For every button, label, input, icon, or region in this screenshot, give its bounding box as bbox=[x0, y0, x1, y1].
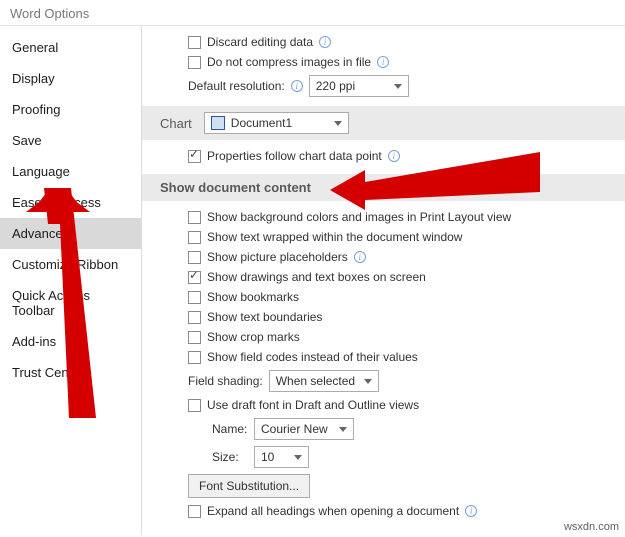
show-field-codes-checkbox[interactable] bbox=[188, 351, 201, 364]
show-text-wrapped-label: Show text wrapped within the document wi… bbox=[207, 230, 462, 244]
field-shading-label: Field shading: bbox=[188, 374, 263, 388]
chevron-down-icon bbox=[364, 379, 372, 384]
document-icon bbox=[211, 116, 225, 130]
sidebar-item-ease-of-access[interactable]: Ease of Access bbox=[0, 187, 141, 218]
font-name-label: Name: bbox=[212, 422, 248, 436]
show-document-content-heading: Show document content bbox=[160, 180, 311, 195]
sidebar-item-save[interactable]: Save bbox=[0, 125, 141, 156]
font-name-value: Courier New bbox=[261, 422, 328, 436]
expand-all-headings-label: Expand all headings when opening a docum… bbox=[207, 504, 459, 518]
info-icon[interactable]: i bbox=[291, 80, 303, 92]
show-crop-marks-checkbox[interactable] bbox=[188, 331, 201, 344]
chart-heading: Chart bbox=[160, 116, 192, 131]
default-resolution-label: Default resolution: bbox=[188, 79, 285, 93]
chevron-down-icon bbox=[334, 121, 342, 126]
chevron-down-icon bbox=[339, 427, 347, 432]
show-drawings-checkbox[interactable] bbox=[188, 271, 201, 284]
show-bookmarks-checkbox[interactable] bbox=[188, 291, 201, 304]
show-picture-placeholders-label: Show picture placeholders bbox=[207, 250, 348, 264]
show-document-content-header: Show document content bbox=[142, 174, 625, 201]
chevron-down-icon bbox=[394, 84, 402, 89]
discard-editing-data-checkbox[interactable] bbox=[188, 36, 201, 49]
show-bookmarks-label: Show bookmarks bbox=[207, 290, 299, 304]
chart-document-select[interactable]: Document1 bbox=[204, 112, 349, 134]
show-drawings-label: Show drawings and text boxes on screen bbox=[207, 270, 426, 284]
properties-follow-checkbox[interactable] bbox=[188, 150, 201, 163]
field-shading-value: When selected bbox=[276, 374, 355, 388]
sidebar: General Display Proofing Save Language E… bbox=[0, 26, 142, 535]
info-icon[interactable]: i bbox=[319, 36, 331, 48]
show-background-label: Show background colors and images in Pri… bbox=[207, 210, 511, 224]
do-not-compress-label: Do not compress images in file bbox=[207, 55, 371, 69]
sidebar-item-language[interactable]: Language bbox=[0, 156, 141, 187]
sidebar-item-add-ins[interactable]: Add-ins bbox=[0, 326, 141, 357]
show-text-wrapped-checkbox[interactable] bbox=[188, 231, 201, 244]
options-panel: Discard editing data i Do not compress i… bbox=[142, 26, 625, 535]
chart-section-header: Chart Document1 bbox=[142, 106, 625, 140]
use-draft-font-checkbox[interactable] bbox=[188, 399, 201, 412]
window-title: Word Options bbox=[0, 0, 625, 26]
show-picture-placeholders-checkbox[interactable] bbox=[188, 251, 201, 264]
show-crop-marks-label: Show crop marks bbox=[207, 330, 300, 344]
use-draft-font-label: Use draft font in Draft and Outline view… bbox=[207, 398, 419, 412]
font-size-select[interactable]: 10 bbox=[254, 446, 309, 468]
show-field-codes-label: Show field codes instead of their values bbox=[207, 350, 418, 364]
discard-editing-data-label: Discard editing data bbox=[207, 35, 313, 49]
font-size-value: 10 bbox=[261, 450, 274, 464]
font-size-label: Size: bbox=[212, 450, 248, 464]
show-text-boundaries-label: Show text boundaries bbox=[207, 310, 322, 324]
sidebar-item-proofing[interactable]: Proofing bbox=[0, 94, 141, 125]
expand-all-headings-checkbox[interactable] bbox=[188, 505, 201, 518]
sidebar-item-display[interactable]: Display bbox=[0, 63, 141, 94]
default-resolution-value: 220 ppi bbox=[316, 79, 355, 93]
info-icon[interactable]: i bbox=[388, 150, 400, 162]
sidebar-item-advanced[interactable]: Advanced bbox=[0, 218, 141, 249]
show-text-boundaries-checkbox[interactable] bbox=[188, 311, 201, 324]
font-substitution-button[interactable]: Font Substitution... bbox=[188, 474, 310, 498]
font-name-select[interactable]: Courier New bbox=[254, 418, 354, 440]
sidebar-item-trust-center[interactable]: Trust Center bbox=[0, 357, 141, 388]
info-icon[interactable]: i bbox=[354, 251, 366, 263]
sidebar-item-customize-ribbon[interactable]: Customize Ribbon bbox=[0, 249, 141, 280]
info-icon[interactable]: i bbox=[377, 56, 389, 68]
sidebar-item-general[interactable]: General bbox=[0, 32, 141, 63]
info-icon[interactable]: i bbox=[465, 505, 477, 517]
chevron-down-icon bbox=[294, 455, 302, 460]
sidebar-item-quick-access-toolbar[interactable]: Quick Access Toolbar bbox=[0, 280, 141, 326]
do-not-compress-checkbox[interactable] bbox=[188, 56, 201, 69]
chart-document-value: Document1 bbox=[231, 116, 292, 130]
properties-follow-label: Properties follow chart data point bbox=[207, 149, 382, 163]
watermark: wsxdn.com bbox=[564, 521, 619, 533]
default-resolution-select[interactable]: 220 ppi bbox=[309, 75, 409, 97]
field-shading-select[interactable]: When selected bbox=[269, 370, 379, 392]
show-background-checkbox[interactable] bbox=[188, 211, 201, 224]
